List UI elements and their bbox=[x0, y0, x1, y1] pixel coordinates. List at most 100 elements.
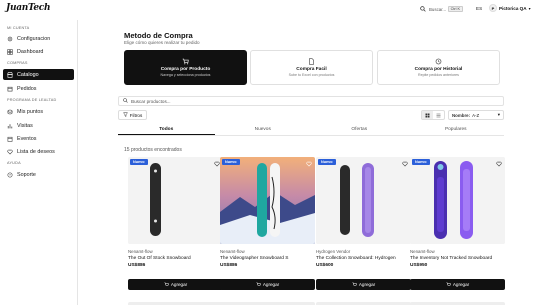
wishlist-heart-icon[interactable] bbox=[213, 160, 220, 167]
method-title: Compra por Producto bbox=[160, 66, 211, 72]
sidebar-item-label: Eventos bbox=[17, 135, 37, 142]
grid-view-icon[interactable] bbox=[422, 111, 433, 119]
sidebar-item-label: Configuracion bbox=[17, 35, 51, 42]
search-icon bbox=[419, 5, 427, 13]
sidebar-section-ayuda: AYUDA bbox=[7, 161, 21, 165]
language-selector[interactable]: ES bbox=[476, 6, 482, 11]
sidebar-item-configuracion[interactable]: Configuracion bbox=[3, 33, 74, 44]
heart-icon bbox=[7, 149, 13, 155]
list-view-icon[interactable] bbox=[433, 111, 444, 119]
wishlist-heart-icon[interactable] bbox=[305, 160, 312, 167]
sort-select[interactable]: Nombre: A-Z ▾ bbox=[448, 110, 504, 120]
help-icon: ? bbox=[7, 172, 13, 178]
product-name[interactable]: The Inventory Not Tracked Snowboard bbox=[410, 256, 505, 262]
sidebar-section-mi-cuenta: MI CUENTA bbox=[7, 26, 30, 30]
filters-button[interactable]: Filtros bbox=[118, 110, 147, 120]
view-toggle[interactable] bbox=[421, 110, 445, 120]
product-card[interactable]: Nuevo Nenamt-flow The Inventory Not Trac… bbox=[410, 157, 505, 290]
user-menu[interactable]: P Pictorica QA ▾ bbox=[489, 4, 531, 12]
sidebar-item-visitas[interactable]: Visitas bbox=[3, 120, 74, 131]
file-icon bbox=[308, 58, 315, 65]
tab-ofertas[interactable]: Ofertas bbox=[311, 124, 408, 135]
cart-icon bbox=[446, 282, 451, 288]
tab-nuevos[interactable]: Nuevos bbox=[215, 124, 312, 135]
sidebar-item-pedidos[interactable]: Pedidos bbox=[3, 83, 74, 94]
calendar-icon bbox=[7, 136, 13, 142]
product-image[interactable]: Nuevo bbox=[220, 157, 315, 244]
tab-todos[interactable]: Todos bbox=[118, 124, 215, 135]
store-icon bbox=[7, 71, 13, 78]
filters-label: Filtros bbox=[129, 112, 143, 118]
method-card-compra-por-historial[interactable]: Compra por Historial Repite pedidos ante… bbox=[377, 50, 500, 85]
chevron-down-icon: ▾ bbox=[528, 5, 531, 11]
grid-icon bbox=[7, 48, 13, 55]
new-badge: Nuevo bbox=[412, 159, 430, 165]
add-to-cart-button[interactable]: Agregar bbox=[316, 279, 411, 290]
add-to-cart-button[interactable]: Agregar bbox=[128, 279, 223, 290]
snowboard-image bbox=[128, 157, 223, 244]
cart-icon bbox=[164, 282, 169, 288]
user-name: Pictorica QA bbox=[499, 5, 527, 11]
sidebar-item-eventos[interactable]: Eventos bbox=[3, 133, 74, 144]
method-title: Compra por Historial bbox=[414, 66, 463, 72]
product-vendor: Hydrogen Vendor bbox=[316, 249, 351, 254]
product-tabs: Todos Nuevos Ofertas Populares bbox=[118, 124, 504, 136]
product-card[interactable]: Nuevo Nenamt-flow The Videographer Snowb… bbox=[220, 157, 315, 290]
product-image[interactable]: Nuevo bbox=[316, 157, 411, 244]
method-title: Compra Facil bbox=[296, 66, 327, 72]
product-image[interactable]: Nuevo bbox=[410, 157, 505, 244]
product-image[interactable]: Nuevo bbox=[128, 157, 223, 244]
product-card[interactable]: Nuevo Nenamt-flow The Out Of Stock Snowb… bbox=[128, 157, 223, 290]
sidebar-item-label: Pedidos bbox=[17, 85, 37, 92]
search-icon bbox=[123, 98, 128, 104]
wishlist-heart-icon[interactable] bbox=[495, 160, 502, 167]
sidebar-item-label: Soporte bbox=[17, 171, 36, 178]
chart-icon bbox=[7, 123, 13, 129]
sidebar-item-dashboard[interactable]: Dashboard bbox=[3, 46, 74, 57]
sidebar-item-soporte[interactable]: ? Soporte bbox=[3, 169, 74, 180]
product-search-placeholder: Buscar productos... bbox=[131, 98, 171, 104]
snowboard-image bbox=[410, 157, 505, 244]
product-card[interactable]: Nuevo Hydrogen Vendor The Collection Sno… bbox=[316, 157, 411, 290]
product-search-input[interactable]: Buscar productos... bbox=[118, 96, 504, 106]
sidebar-item-catalogo[interactable]: Catalogo bbox=[3, 69, 74, 80]
sidebar-item-label: Visitas bbox=[17, 122, 33, 129]
product-vendor: Nenamt-flow bbox=[220, 249, 245, 254]
cart-icon bbox=[182, 58, 189, 65]
product-name[interactable]: The Videographer Snowboard S bbox=[220, 256, 315, 262]
global-search-placeholder: Buscar... bbox=[429, 6, 447, 12]
gear-icon bbox=[7, 36, 13, 42]
history-icon bbox=[435, 58, 442, 65]
product-name[interactable]: The Out Of Stock Snowboard bbox=[128, 256, 223, 262]
sidebar-item-lista-de-deseos[interactable]: Lista de deseos bbox=[3, 146, 74, 157]
sidebar-item-label: Catalogo bbox=[17, 71, 39, 78]
add-to-cart-label: Agregar bbox=[452, 282, 470, 287]
method-card-compra-facil[interactable]: Compra Facil Sube tu Excel con productos bbox=[250, 50, 373, 85]
product-vendor: Nenamt-flow bbox=[410, 249, 435, 254]
box-icon bbox=[7, 86, 13, 92]
sidebar-item-mis-puntos[interactable]: Mis puntos bbox=[3, 106, 74, 117]
sidebar-item-label: Dashboard bbox=[17, 48, 44, 55]
tab-populares[interactable]: Populares bbox=[408, 124, 505, 135]
method-description: Navega y selecciona productos bbox=[160, 73, 211, 77]
add-to-cart-button[interactable]: Agregar bbox=[220, 279, 315, 290]
search-shortcut: Ctrl K bbox=[448, 6, 463, 12]
coins-icon bbox=[7, 109, 13, 115]
svg-text:?: ? bbox=[9, 173, 11, 177]
filter-icon bbox=[122, 112, 128, 118]
brand-logo[interactable]: JuanTech bbox=[6, 3, 51, 13]
add-to-cart-label: Agregar bbox=[358, 282, 376, 287]
chevron-down-icon: ▾ bbox=[497, 112, 500, 117]
add-to-cart-button[interactable]: Agregar bbox=[410, 279, 505, 290]
product-price: US$886 bbox=[220, 262, 238, 268]
product-vendor: Nenamt-flow bbox=[128, 249, 153, 254]
global-search[interactable]: Buscar... Ctrl K bbox=[419, 4, 473, 14]
product-name[interactable]: The Collection Snowboard: Hydrogen bbox=[316, 256, 411, 262]
method-card-compra-por-producto[interactable]: Compra por Producto Navega y selecciona … bbox=[124, 50, 247, 85]
avatar: P bbox=[489, 4, 497, 12]
results-count: 15 productos encontrados bbox=[124, 147, 182, 153]
wishlist-heart-icon[interactable] bbox=[401, 160, 408, 167]
snowboard-image bbox=[316, 157, 411, 244]
sidebar-item-label: Lista de deseos bbox=[17, 148, 55, 155]
sort-value: A-Z bbox=[472, 112, 480, 118]
